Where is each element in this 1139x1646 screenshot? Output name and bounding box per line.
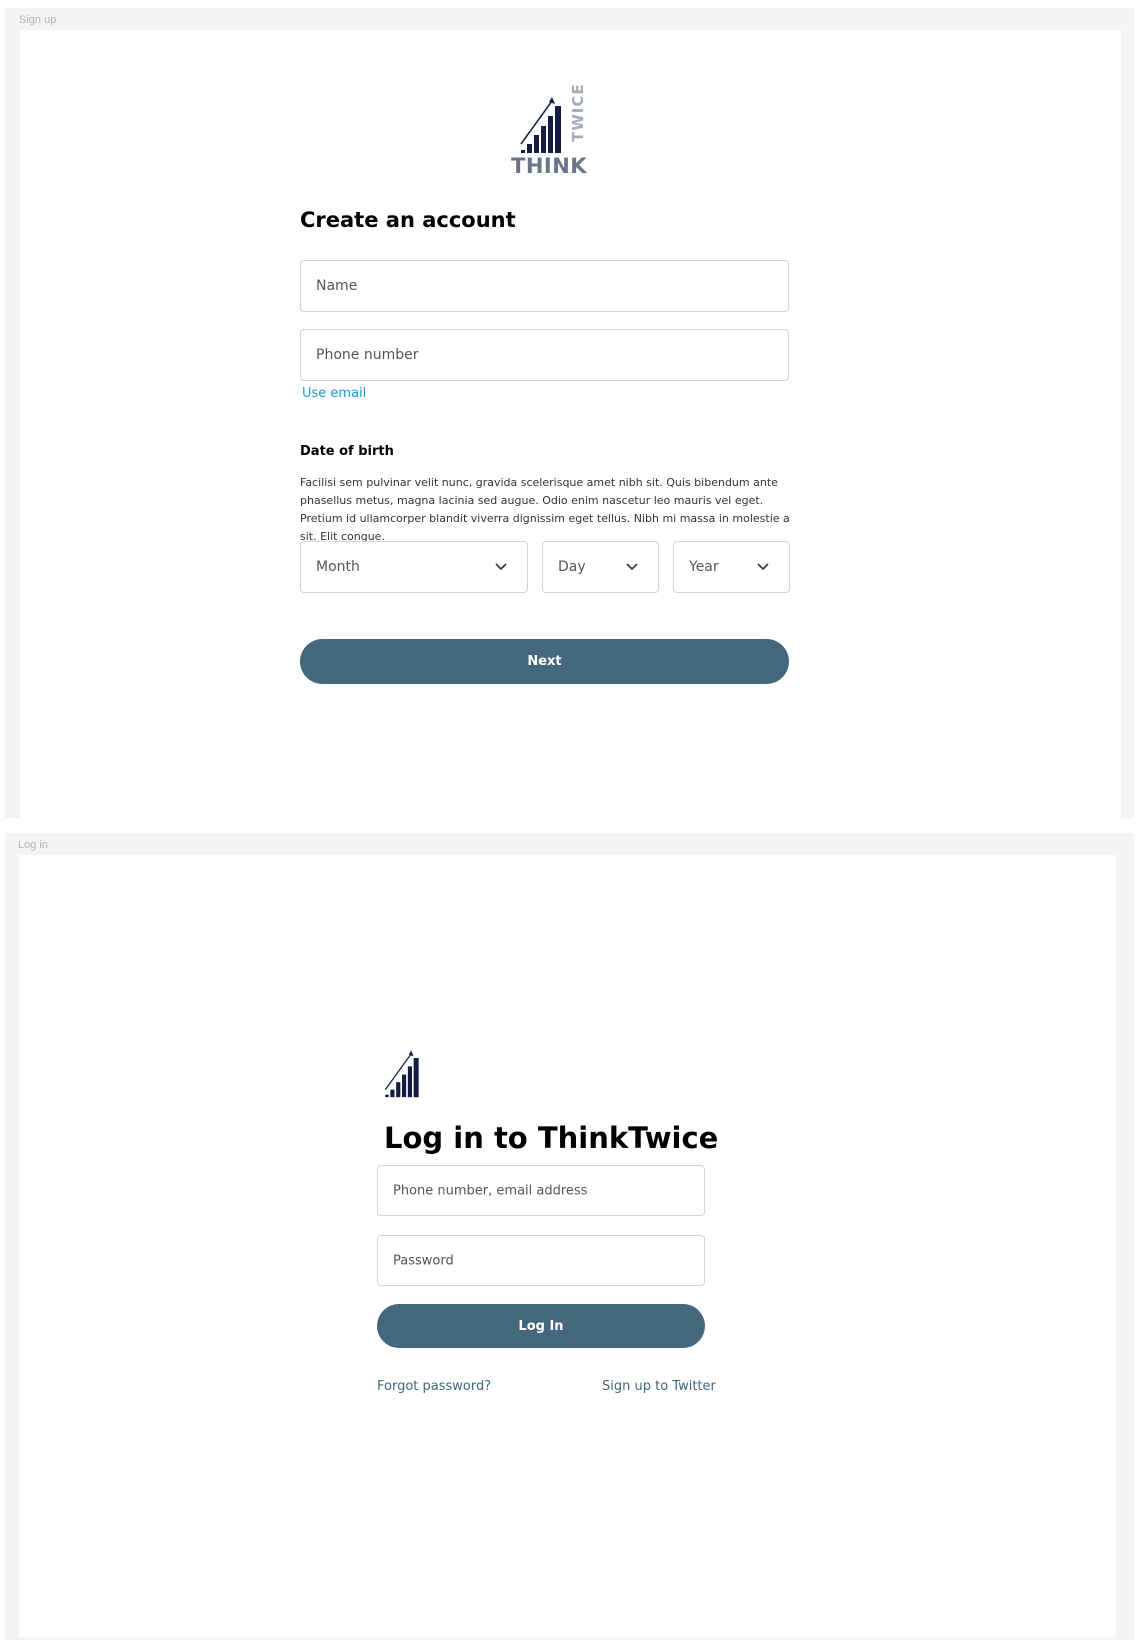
- month-select[interactable]: Month: [300, 541, 528, 593]
- login-canvas: Log in to ThinkTwice Phone number, email…: [19, 855, 1116, 1637]
- password-input[interactable]: Password: [377, 1235, 705, 1286]
- year-select[interactable]: Year: [673, 541, 790, 593]
- bar-chart-logo-icon: [384, 1050, 419, 1098]
- login-frame-label: Log in: [18, 839, 48, 851]
- sign-up-link[interactable]: Sign up to Twitter: [602, 1379, 716, 1394]
- next-button[interactable]: Next: [300, 639, 789, 684]
- login-identifier-input[interactable]: Phone number, email address: [377, 1165, 705, 1216]
- name-input[interactable]: Name: [300, 260, 789, 312]
- chevron-down-icon: [495, 563, 507, 571]
- page-title: Log in to ThinkTwice: [384, 1121, 719, 1155]
- phone-placeholder: Phone number: [316, 347, 419, 363]
- phone-number-input[interactable]: Phone number: [300, 329, 789, 381]
- bar-chart-logo-icon: [520, 97, 561, 153]
- date-of-birth-description: Facilisi sem pulvinar velit nunc, gravid…: [300, 476, 790, 543]
- date-of-birth-heading: Date of birth: [300, 444, 394, 459]
- page-title: Create an account: [300, 208, 516, 232]
- month-select-label: Month: [316, 559, 360, 575]
- day-select[interactable]: Day: [542, 541, 659, 593]
- password-placeholder: Password: [393, 1253, 454, 1268]
- login-button[interactable]: Log In: [377, 1304, 705, 1348]
- think-twice-logo: TWICE THINK: [511, 83, 597, 188]
- name-placeholder: Name: [316, 278, 358, 294]
- use-email-link[interactable]: Use email: [302, 386, 366, 401]
- chevron-down-icon: [626, 563, 638, 571]
- logo-word-think: THINK: [511, 154, 588, 178]
- logo-word-twice: TWICE: [569, 83, 587, 142]
- login-identifier-placeholder: Phone number, email address: [393, 1183, 588, 1198]
- day-select-label: Day: [558, 559, 586, 575]
- forgot-password-link[interactable]: Forgot password?: [377, 1379, 491, 1394]
- year-select-label: Year: [689, 559, 719, 575]
- signup-frame-label: Sign up: [19, 14, 57, 26]
- signup-canvas: TWICE THINK Create an account Name Phone…: [20, 30, 1121, 818]
- login-frame: Log in Log in to ThinkTwice Phone number…: [5, 833, 1134, 1640]
- signup-frame: Sign up TWICE THINK Create an account Na…: [5, 8, 1134, 818]
- chevron-down-icon: [757, 563, 769, 571]
